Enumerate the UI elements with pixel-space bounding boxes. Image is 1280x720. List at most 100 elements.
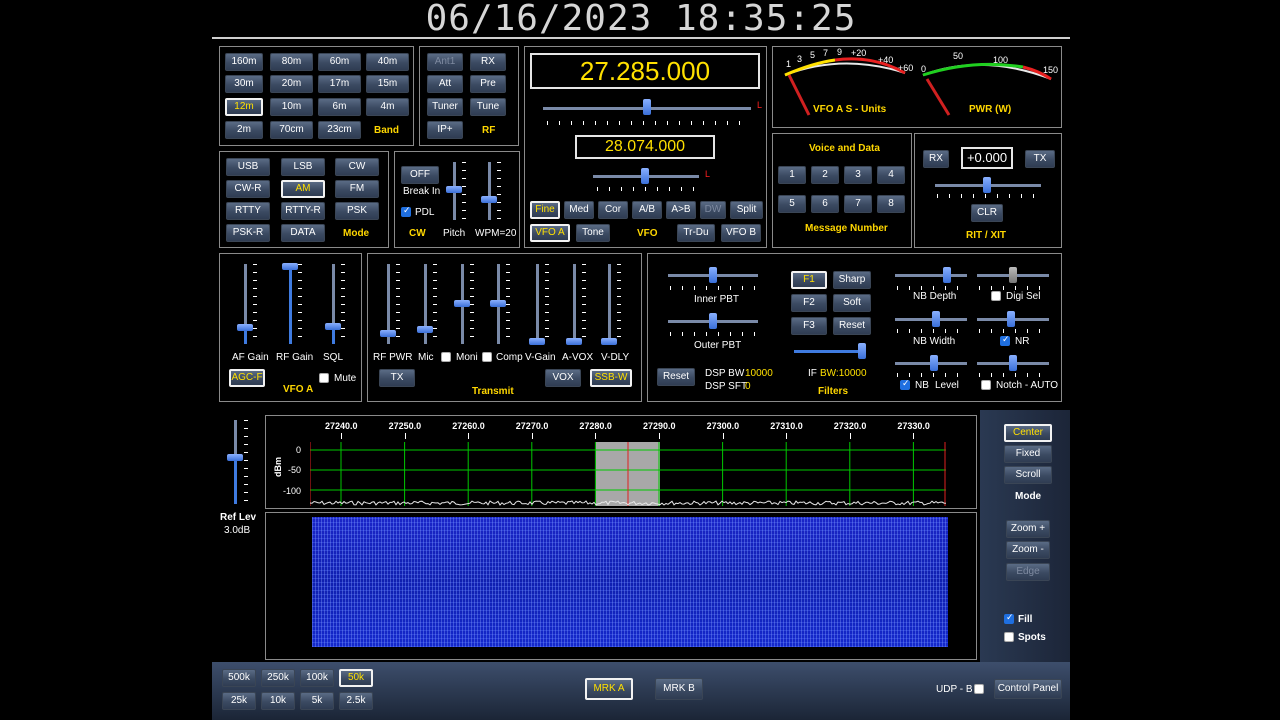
msg-4-button[interactable]: 4 — [877, 166, 905, 184]
msg-1-button[interactable]: 1 — [778, 166, 806, 184]
band-160m-button[interactable]: 160m — [225, 53, 263, 71]
split-button[interactable]: Split — [730, 201, 763, 219]
nr-thumb[interactable] — [1007, 311, 1015, 327]
mode-scroll-button[interactable]: Scroll — [1004, 466, 1052, 484]
v-gain-thumb[interactable] — [529, 338, 545, 345]
rit-tx-button[interactable]: TX — [1025, 150, 1055, 168]
mode-center-button[interactable]: Center — [1004, 424, 1052, 442]
tune-button[interactable]: Tune — [470, 98, 506, 116]
span-10k-button[interactable]: 10k — [261, 692, 295, 710]
band-4m-button[interactable]: 4m — [366, 98, 409, 116]
nb-checkbox[interactable] — [900, 378, 910, 390]
v-dly-thumb[interactable] — [601, 338, 617, 345]
notch-checkbox[interactable] — [981, 380, 991, 390]
rf-gain-thumb[interactable] — [282, 263, 298, 270]
dw-button[interactable]: DW — [700, 201, 726, 219]
main-frequency-display[interactable]: 27.285.000 — [530, 53, 760, 89]
mrk-a-button[interactable]: MRK A — [585, 678, 633, 700]
if-bw-thumb[interactable] — [858, 343, 866, 359]
pre-button[interactable]: Pre — [470, 75, 506, 93]
filter-sharp-button[interactable]: Sharp — [833, 271, 871, 289]
ant1-button[interactable]: Ant1 — [427, 53, 463, 71]
mode-lsb-button[interactable]: LSB — [281, 158, 325, 176]
span-500k-button[interactable]: 500k — [222, 669, 256, 687]
filter-f2-button[interactable]: F2 — [791, 294, 827, 312]
med-button[interactable]: Med — [564, 201, 594, 219]
moni-checkbox[interactable] — [441, 352, 451, 362]
msg-3-button[interactable]: 3 — [844, 166, 872, 184]
vox-button[interactable]: VOX — [545, 369, 581, 387]
mode-cw-r-button[interactable]: CW-R — [226, 180, 270, 198]
pitch-thumb[interactable] — [446, 186, 462, 193]
att-button[interactable]: Att — [427, 75, 463, 93]
band-20m-button[interactable]: 20m — [270, 75, 313, 93]
notch-thumb[interactable] — [1009, 355, 1017, 371]
a-to-b-button[interactable]: A>B — [666, 201, 696, 219]
mode-data-button[interactable]: DATA — [281, 224, 325, 242]
nb-depth-thumb[interactable] — [943, 267, 951, 283]
cor-button[interactable]: Cor — [598, 201, 628, 219]
sub-tune-thumb[interactable] — [641, 168, 649, 184]
nb-width-slider[interactable] — [895, 318, 967, 321]
mode-am-button[interactable]: AM — [281, 180, 325, 198]
filter-f3-button[interactable]: F3 — [791, 317, 827, 335]
spectrum-plot[interactable] — [310, 442, 946, 506]
rf-pwr-thumb[interactable] — [380, 330, 396, 337]
tr-du-button[interactable]: Tr-Du — [677, 224, 715, 242]
filter-soft-button[interactable]: Soft — [833, 294, 871, 312]
cw-off-button[interactable]: OFF — [401, 166, 439, 184]
msg-5-button[interactable]: 5 — [778, 195, 806, 213]
span-100k-button[interactable]: 100k — [300, 669, 334, 687]
a-b-swap-button[interactable]: A/B — [632, 201, 662, 219]
band-15m-button[interactable]: 15m — [366, 75, 409, 93]
ref-level-thumb[interactable] — [227, 454, 243, 461]
digi-sel-thumb[interactable] — [1009, 267, 1017, 283]
comp-checkbox[interactable] — [482, 352, 492, 362]
mode-fixed-button[interactable]: Fixed — [1004, 445, 1052, 463]
band-70cm-button[interactable]: 70cm — [270, 121, 313, 139]
a-vox-thumb[interactable] — [566, 338, 582, 345]
af-gain-thumb[interactable] — [237, 324, 253, 331]
mrk-b-button[interactable]: MRK B — [655, 678, 703, 700]
sub-frequency-display[interactable]: 28.074.000 — [575, 135, 715, 159]
band-10m-button[interactable]: 10m — [270, 98, 313, 116]
band-17m-button[interactable]: 17m — [318, 75, 361, 93]
nb-level-thumb[interactable] — [930, 355, 938, 371]
edge-button[interactable]: Edge — [1006, 563, 1050, 581]
zoom-out-button[interactable]: Zoom - — [1006, 541, 1050, 559]
waterfall-panel[interactable] — [265, 512, 977, 660]
moni-thumb[interactable] — [454, 300, 470, 307]
band-23cm-button[interactable]: 23cm — [318, 121, 361, 139]
nb-width-thumb[interactable] — [932, 311, 940, 327]
vfo-a-button[interactable]: VFO A — [530, 224, 570, 242]
wpm-slider[interactable] — [488, 162, 491, 220]
nr-checkbox[interactable] — [1000, 334, 1010, 346]
filter-f1-button[interactable]: F1 — [791, 271, 827, 289]
filter-reset-button[interactable]: Reset — [833, 317, 871, 335]
v-gain-slider[interactable] — [536, 264, 539, 344]
fill-checkbox[interactable] — [1004, 612, 1014, 624]
if-bw-slider[interactable] — [794, 350, 866, 353]
band-2m-button[interactable]: 2m — [225, 121, 263, 139]
main-tune-thumb[interactable] — [643, 99, 651, 115]
vfo-b-button[interactable]: VFO B — [721, 224, 761, 242]
rx-button[interactable]: RX — [470, 53, 506, 71]
inner-pbt-thumb[interactable] — [709, 267, 717, 283]
ssb-w-button[interactable]: SSB-W — [590, 369, 632, 387]
msg-8-button[interactable]: 8 — [877, 195, 905, 213]
zoom-in-button[interactable]: Zoom + — [1006, 520, 1050, 538]
mute-checkbox[interactable] — [319, 373, 329, 383]
nb-depth-slider[interactable] — [895, 274, 967, 277]
digi-sel-checkbox[interactable] — [991, 291, 1001, 301]
control-panel-button[interactable]: Control Panel — [994, 679, 1062, 699]
sql-thumb[interactable] — [325, 323, 341, 330]
rit-thumb[interactable] — [983, 177, 991, 193]
band-80m-button[interactable]: 80m — [270, 53, 313, 71]
rit-offset-display[interactable]: +0.000 — [961, 147, 1013, 169]
mode-psk-button[interactable]: PSK — [335, 202, 379, 220]
mode-rtty-button[interactable]: RTTY — [226, 202, 270, 220]
mode-rtty-r-button[interactable]: RTTY-R — [281, 202, 325, 220]
pdl-checkbox[interactable] — [401, 205, 411, 217]
v-dly-slider[interactable] — [608, 264, 611, 344]
band-60m-button[interactable]: 60m — [318, 53, 361, 71]
